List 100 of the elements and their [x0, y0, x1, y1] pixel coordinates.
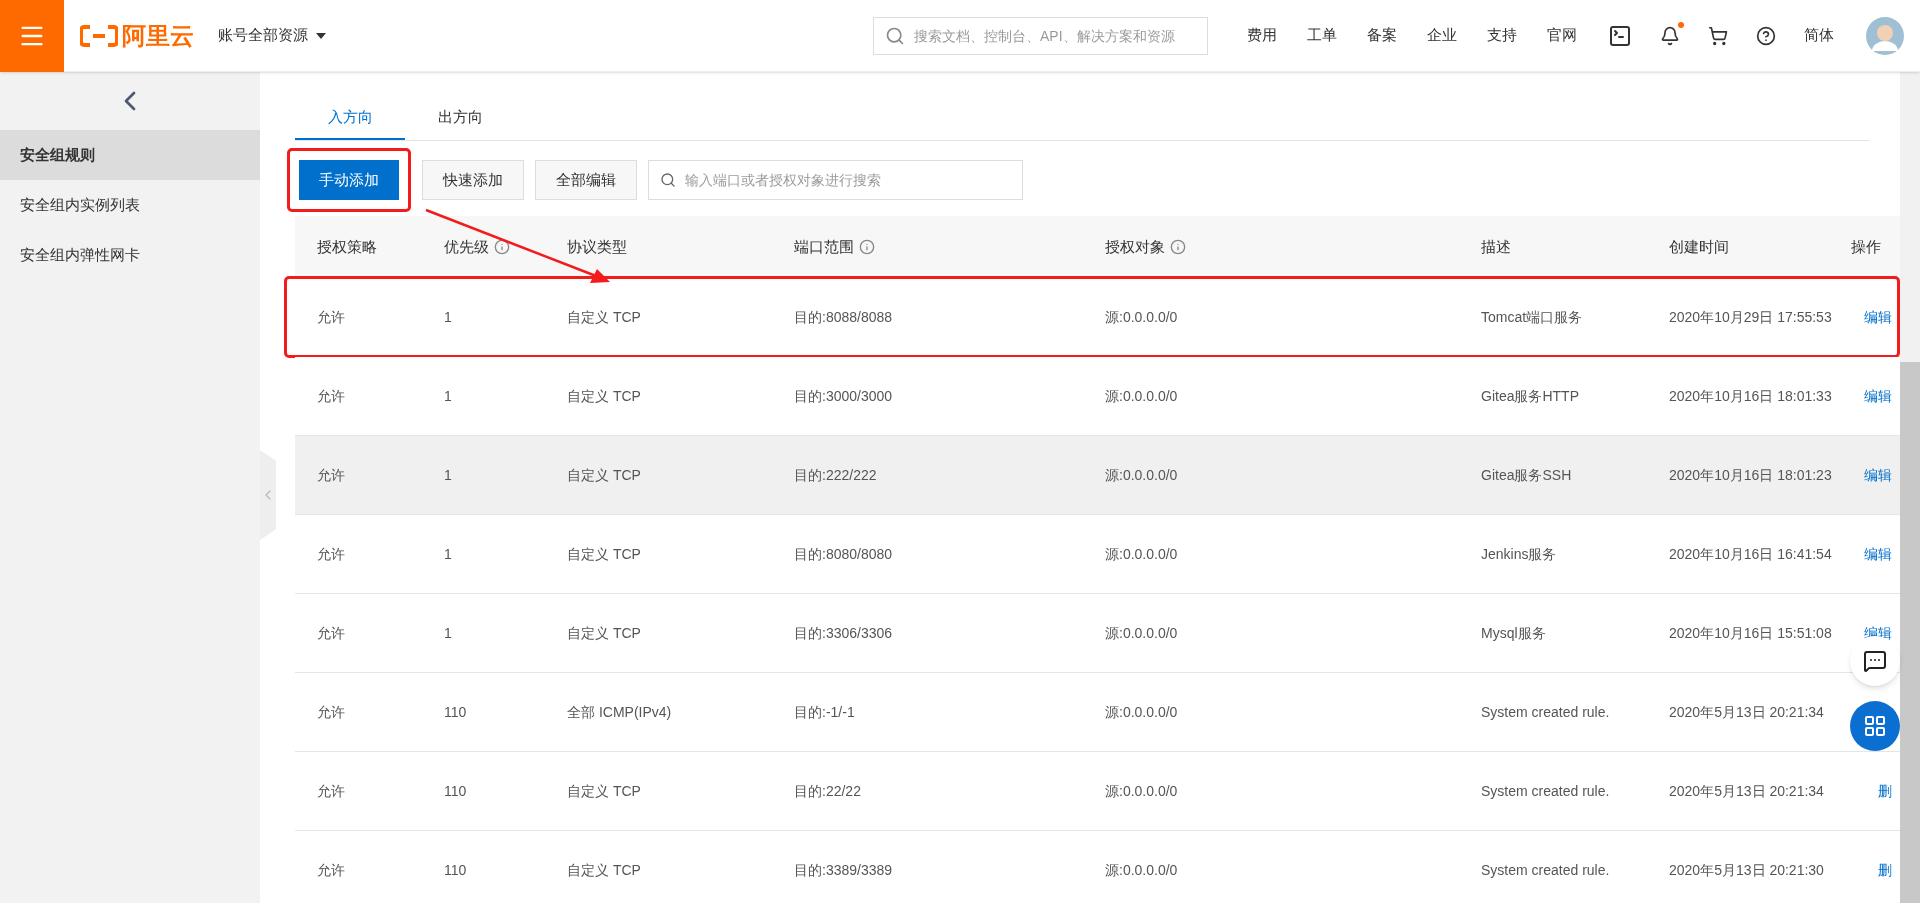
search-icon [660, 172, 676, 188]
table-cell: 目的:3389/3389 [794, 862, 893, 878]
logo-text: 阿里云 [122, 20, 194, 51]
table-cell: 允许 [317, 783, 345, 799]
nav-link[interactable]: 支持 [1472, 24, 1532, 47]
table-cell: 目的:22/22 [794, 783, 861, 799]
table-cell: 源:0.0.0.0/0 [1105, 467, 1178, 483]
table-cell: 允许 [317, 546, 345, 562]
nav-link[interactable]: 备案 [1352, 24, 1412, 47]
table-cell: 自定义 TCP [567, 388, 641, 404]
table-cell: 允许 [317, 704, 345, 720]
table-cell: Mysql服务 [1481, 625, 1546, 641]
table-cell: 自定义 TCP [567, 467, 641, 483]
language-link[interactable]: 简体 [1788, 24, 1850, 47]
table-cell: 源:0.0.0.0/0 [1105, 309, 1178, 325]
table-cell: 110 [444, 862, 467, 878]
table-cell: 源:0.0.0.0/0 [1105, 862, 1178, 878]
menu-button[interactable] [0, 0, 64, 72]
action-link[interactable]: 编辑 [1864, 385, 1892, 407]
toolbar-button[interactable]: 快速添加 [422, 160, 524, 200]
logo-icon [80, 24, 118, 47]
table-cell: 源:0.0.0.0/0 [1105, 546, 1178, 562]
nav-link[interactable]: 工单 [1292, 24, 1352, 47]
nav-link[interactable]: 费用 [1232, 24, 1292, 47]
table-cell: 目的:8080/8080 [794, 546, 893, 562]
action-link[interactable]: 删 [1878, 780, 1892, 802]
table-cell: System created rule. [1481, 862, 1610, 878]
table-cell: 目的:3000/3000 [794, 388, 893, 404]
table-cell: Gitea服务HTTP [1481, 388, 1579, 404]
action-link[interactable]: 删 [1878, 859, 1892, 881]
action-link[interactable]: 编辑 [1864, 464, 1892, 486]
table-cell: 目的:222/222 [794, 467, 877, 483]
rule-search-field[interactable]: 输入端口或者授权对象进行搜索 [648, 160, 1023, 200]
table-cell: 自定义 TCP [567, 783, 641, 799]
table-cell: 1 [444, 388, 452, 404]
table-cell: 2020年5月13日 20:21:30 [1669, 862, 1824, 878]
column-header: 授权策略 [317, 236, 377, 257]
toolbar-button[interactable]: 手动添加 [299, 160, 399, 200]
table-cell: 源:0.0.0.0/0 [1105, 388, 1178, 404]
tab[interactable]: 出方向 [405, 96, 515, 140]
grid-icon [1863, 714, 1887, 738]
table-cell: 110 [444, 783, 467, 799]
search-field[interactable]: 搜索文档、控制台、API、解决方案和资源 [873, 16, 1208, 55]
table-cell: 2020年10月29日 17:55:53 [1669, 309, 1832, 325]
column-header: 描述 [1481, 236, 1511, 257]
table-cell: 1 [444, 546, 452, 562]
notification-icon[interactable] [1660, 25, 1680, 46]
sidebar-item[interactable]: 安全组内弹性网卡 [0, 230, 260, 280]
scrollbar[interactable] [1900, 72, 1920, 903]
table-cell: 2020年10月16日 15:51:08 [1669, 625, 1832, 641]
action-link[interactable]: 编辑 [1864, 306, 1892, 328]
table-cell: 允许 [317, 467, 345, 483]
table-cell: 自定义 TCP [567, 625, 641, 641]
chat-icon [1863, 649, 1887, 673]
table-cell: System created rule. [1481, 704, 1610, 720]
nav-link[interactable]: 官网 [1532, 24, 1592, 47]
info-icon [859, 239, 875, 255]
table-cell: 2020年10月16日 18:01:33 [1669, 388, 1832, 404]
nav-link[interactable]: 企业 [1412, 24, 1472, 47]
account-dropdown[interactable]: 账号全部资源 [218, 24, 326, 47]
table-cell: 允许 [317, 625, 345, 641]
table-cell: 目的:3306/3306 [794, 625, 893, 641]
table-cell: 1 [444, 309, 452, 325]
table-cell: 允许 [317, 388, 345, 404]
table-cell: 2020年5月13日 20:21:34 [1669, 704, 1824, 720]
table-cell: 允许 [317, 309, 345, 325]
table-cell: 自定义 TCP [567, 546, 641, 562]
table-cell: 自定义 TCP [567, 309, 641, 325]
table-cell: Gitea服务SSH [1481, 467, 1572, 483]
help-icon[interactable] [1756, 25, 1776, 46]
sidebar-item[interactable]: 安全组规则 [0, 130, 260, 180]
table-cell: 2020年10月16日 16:41:54 [1669, 546, 1832, 562]
table-cell: 目的:-1/-1 [794, 704, 855, 720]
search-icon [885, 25, 905, 46]
table-cell: 自定义 TCP [567, 862, 641, 878]
table-cell: 源:0.0.0.0/0 [1105, 783, 1178, 799]
action-link[interactable]: 编辑 [1864, 543, 1892, 565]
column-header: 授权对象 [1105, 236, 1165, 257]
table-cell: System created rule. [1481, 783, 1610, 799]
column-header: 创建时间 [1669, 236, 1729, 257]
tab[interactable]: 入方向 [295, 96, 405, 140]
terminal-icon[interactable] [1608, 23, 1632, 48]
column-header: 优先级 [444, 236, 489, 257]
sidebar-item[interactable]: 安全组内实例列表 [0, 180, 260, 230]
info-icon [494, 239, 510, 255]
table-cell: Jenkins服务 [1481, 546, 1557, 562]
table-cell: 2020年10月16日 18:01:23 [1669, 467, 1832, 483]
table-cell: 允许 [317, 862, 345, 878]
table-cell: 2020年5月13日 20:21:34 [1669, 783, 1824, 799]
table-cell: 1 [444, 467, 452, 483]
table-cell: 源:0.0.0.0/0 [1105, 704, 1178, 720]
cart-icon[interactable] [1708, 25, 1728, 46]
table-cell: 目的:8088/8088 [794, 309, 893, 325]
caret-icon [316, 32, 326, 39]
table-cell: Tomcat端口服务 [1481, 309, 1583, 325]
info-icon [1170, 239, 1186, 255]
table-cell: 源:0.0.0.0/0 [1105, 625, 1178, 641]
table-cell: 110 [444, 704, 467, 720]
toolbar-button[interactable]: 全部编辑 [535, 160, 637, 200]
table-cell: 全部 ICMP(IPv4) [567, 704, 672, 720]
